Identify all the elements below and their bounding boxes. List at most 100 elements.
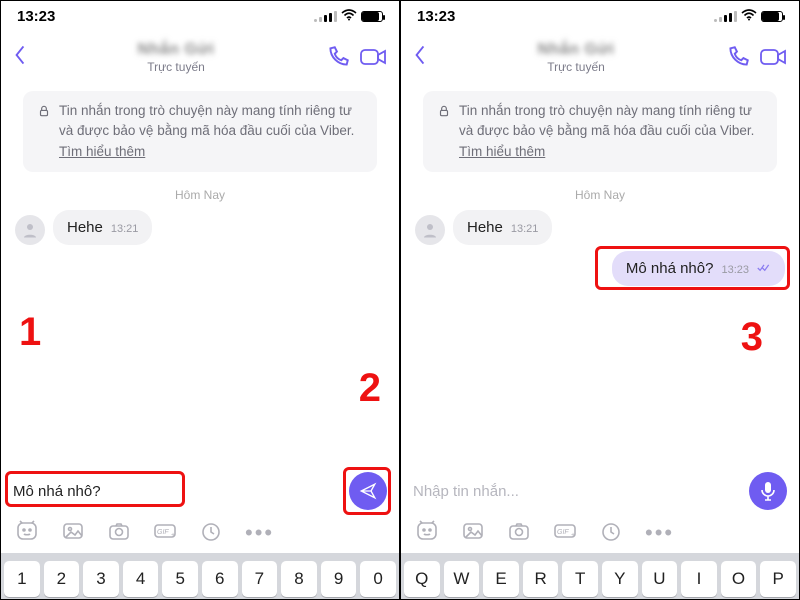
message-time: 13:21 [511,223,539,235]
lock-icon [37,101,51,162]
key[interactable]: 1 [4,561,40,597]
privacy-text: Tin nhắn trong trò chuyện này mang tính … [59,103,354,138]
message-text: Mô nhá nhô? [626,260,714,277]
key[interactable]: 2 [44,561,80,597]
svg-text:+: + [571,532,575,539]
mic-button[interactable] [749,472,787,510]
message-incoming[interactable]: Hehe 13:21 [415,210,785,245]
privacy-learn-more[interactable]: Tìm hiểu thêm [459,144,545,159]
message-time: 13:23 [721,264,749,276]
attachment-row: GIF+ ••• [401,513,799,553]
key[interactable]: P [760,561,796,597]
lock-icon [437,101,451,162]
screen-right: 13:23 Nhắn Gửi Trực tuyến [401,1,799,599]
video-call-button[interactable] [759,42,789,72]
chat-body: Hôm Nay Hehe 13:21 Mô nhá nhô? 13:23 [401,180,799,469]
message-time: 13:21 [111,223,139,235]
wifi-icon [341,8,357,24]
presence-label: Trực tuyến [435,60,717,74]
gallery-icon[interactable] [61,519,85,548]
timer-icon[interactable] [599,519,623,548]
key[interactable]: Q [404,561,440,597]
key[interactable]: W [444,561,480,597]
video-call-button[interactable] [359,42,389,72]
callout-2: 2 [359,366,381,411]
status-time: 13:23 [417,8,455,25]
key[interactable]: I [681,561,717,597]
privacy-banner: Tin nhắn trong trò chuyện này mang tính … [423,91,777,172]
key[interactable]: E [483,561,519,597]
message-incoming[interactable]: Hehe 13:21 [15,210,385,245]
audio-call-button[interactable] [323,42,353,72]
message-input[interactable] [13,483,341,500]
chat-body: Hôm Nay Hehe 13:21 1 2 [1,180,399,469]
privacy-text: Tin nhắn trong trò chuyện này mang tính … [459,103,754,138]
message-input[interactable] [413,483,741,500]
camera-icon[interactable] [507,519,531,548]
privacy-banner: Tin nhắn trong trò chuyện này mang tính … [23,91,377,172]
send-button[interactable] [349,472,387,510]
message-text: Hehe [67,219,103,236]
sticker-icon[interactable] [15,519,39,548]
attachment-row: GIF+ ••• [1,513,399,553]
more-icon[interactable]: ••• [245,528,274,538]
chat-header: Nhắn Gửi Trực tuyến [1,31,399,83]
key[interactable]: O [721,561,757,597]
message-outgoing[interactable]: Mô nhá nhô? 13:23 [415,251,785,286]
day-separator: Hôm Nay [15,188,385,202]
signal-icon [714,11,737,22]
keyboard-row-qwerty: Q W E R T Y U I O P [401,553,799,599]
gif-icon[interactable]: GIF+ [553,519,577,548]
more-icon[interactable]: ••• [645,528,674,538]
key[interactable]: T [562,561,598,597]
message-text: Hehe [467,219,503,236]
contact-name: Nhắn Gửi [435,41,717,59]
bubble-outgoing: Mô nhá nhô? 13:23 [612,251,785,286]
key[interactable]: 4 [123,561,159,597]
screen-left: 13:23 Nhắn Gửi Trực tuyến [1,1,399,599]
gif-icon[interactable]: GIF+ [153,519,177,548]
presence-label: Trực tuyến [35,60,317,74]
key[interactable]: 8 [281,561,317,597]
key[interactable]: 3 [83,561,119,597]
battery-icon [761,11,783,22]
gallery-icon[interactable] [461,519,485,548]
key[interactable]: Y [602,561,638,597]
svg-text:GIF: GIF [157,529,169,536]
input-row [401,469,799,513]
status-time: 13:23 [17,8,55,25]
key[interactable]: R [523,561,559,597]
svg-text:GIF: GIF [557,529,569,536]
key[interactable]: U [642,561,678,597]
input-row [1,469,399,513]
wifi-icon [741,8,757,24]
avatar[interactable] [415,215,445,245]
chat-header: Nhắn Gửi Trực tuyến [401,31,799,83]
callout-1: 1 [19,310,41,355]
key[interactable]: 0 [360,561,396,597]
status-right [714,8,783,24]
timer-icon[interactable] [199,519,223,548]
key[interactable]: 9 [321,561,357,597]
sticker-icon[interactable] [415,519,439,548]
signal-icon [314,11,337,22]
status-bar: 13:23 [1,1,399,31]
back-button[interactable] [411,43,429,72]
camera-icon[interactable] [107,519,131,548]
keyboard-row-numeric: 1 2 3 4 5 6 7 8 9 0 [1,553,399,599]
key[interactable]: 7 [242,561,278,597]
battery-icon [361,11,383,22]
delivered-icon [757,260,771,277]
contact-name: Nhắn Gửi [35,41,317,59]
bubble-incoming: Hehe 13:21 [453,210,552,245]
status-bar: 13:23 [401,1,799,31]
day-separator: Hôm Nay [415,188,785,202]
key[interactable]: 5 [162,561,198,597]
privacy-learn-more[interactable]: Tìm hiểu thêm [59,144,145,159]
avatar[interactable] [15,215,45,245]
audio-call-button[interactable] [723,42,753,72]
back-button[interactable] [11,43,29,72]
bubble-incoming: Hehe 13:21 [53,210,152,245]
key[interactable]: 6 [202,561,238,597]
callout-3: 3 [741,315,763,360]
